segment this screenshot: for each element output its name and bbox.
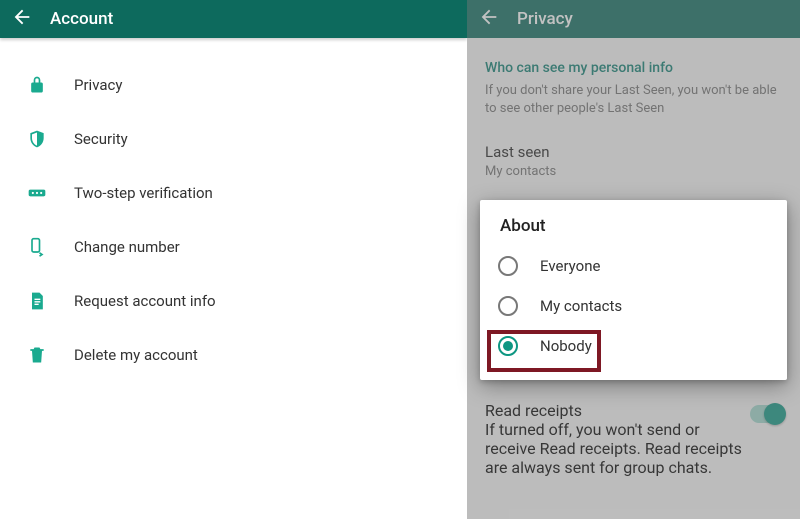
menu-item-change-number[interactable]: Change number (0, 220, 467, 274)
menu-item-delete-account[interactable]: Delete my account (0, 328, 467, 382)
menu-item-privacy[interactable]: Privacy (0, 58, 467, 112)
menu-item-request-info[interactable]: Request account info (0, 274, 467, 328)
radio-icon (498, 296, 518, 316)
password-icon (24, 180, 50, 206)
radio-option-nobody[interactable]: Nobody (480, 326, 787, 366)
back-button[interactable] (6, 3, 38, 35)
header-title: Account (50, 9, 113, 29)
radio-option-my-contacts[interactable]: My contacts (480, 286, 787, 326)
radio-icon (498, 256, 518, 276)
header-account: Account (0, 0, 467, 38)
document-icon (24, 288, 50, 314)
radio-label: My contacts (540, 297, 622, 315)
menu-item-two-step[interactable]: Two-step verification (0, 166, 467, 220)
menu-label: Request account info (74, 292, 216, 310)
menu-label: Change number (74, 238, 180, 256)
shield-icon (24, 126, 50, 152)
about-dialog: About Everyone My contacts Nobody (480, 200, 787, 380)
radio-label: Everyone (540, 257, 600, 275)
account-menu: Privacy Security Two-step verification C… (0, 38, 467, 382)
radio-option-everyone[interactable]: Everyone (480, 246, 787, 286)
arrow-left-icon (11, 6, 33, 32)
menu-label: Two-step verification (74, 184, 213, 202)
dialog-title: About (480, 216, 787, 246)
privacy-screen: Privacy Who can see my personal info If … (467, 0, 800, 519)
radio-label: Nobody (540, 337, 592, 355)
menu-item-security[interactable]: Security (0, 112, 467, 166)
trash-icon (24, 342, 50, 368)
radio-icon (498, 336, 518, 356)
lock-icon (24, 72, 50, 98)
menu-label: Security (74, 130, 128, 148)
menu-label: Privacy (74, 76, 122, 94)
account-screen: Account Privacy Security Two-step verifi… (0, 0, 467, 519)
phone-arrow-icon (24, 234, 50, 260)
menu-label: Delete my account (74, 346, 198, 364)
